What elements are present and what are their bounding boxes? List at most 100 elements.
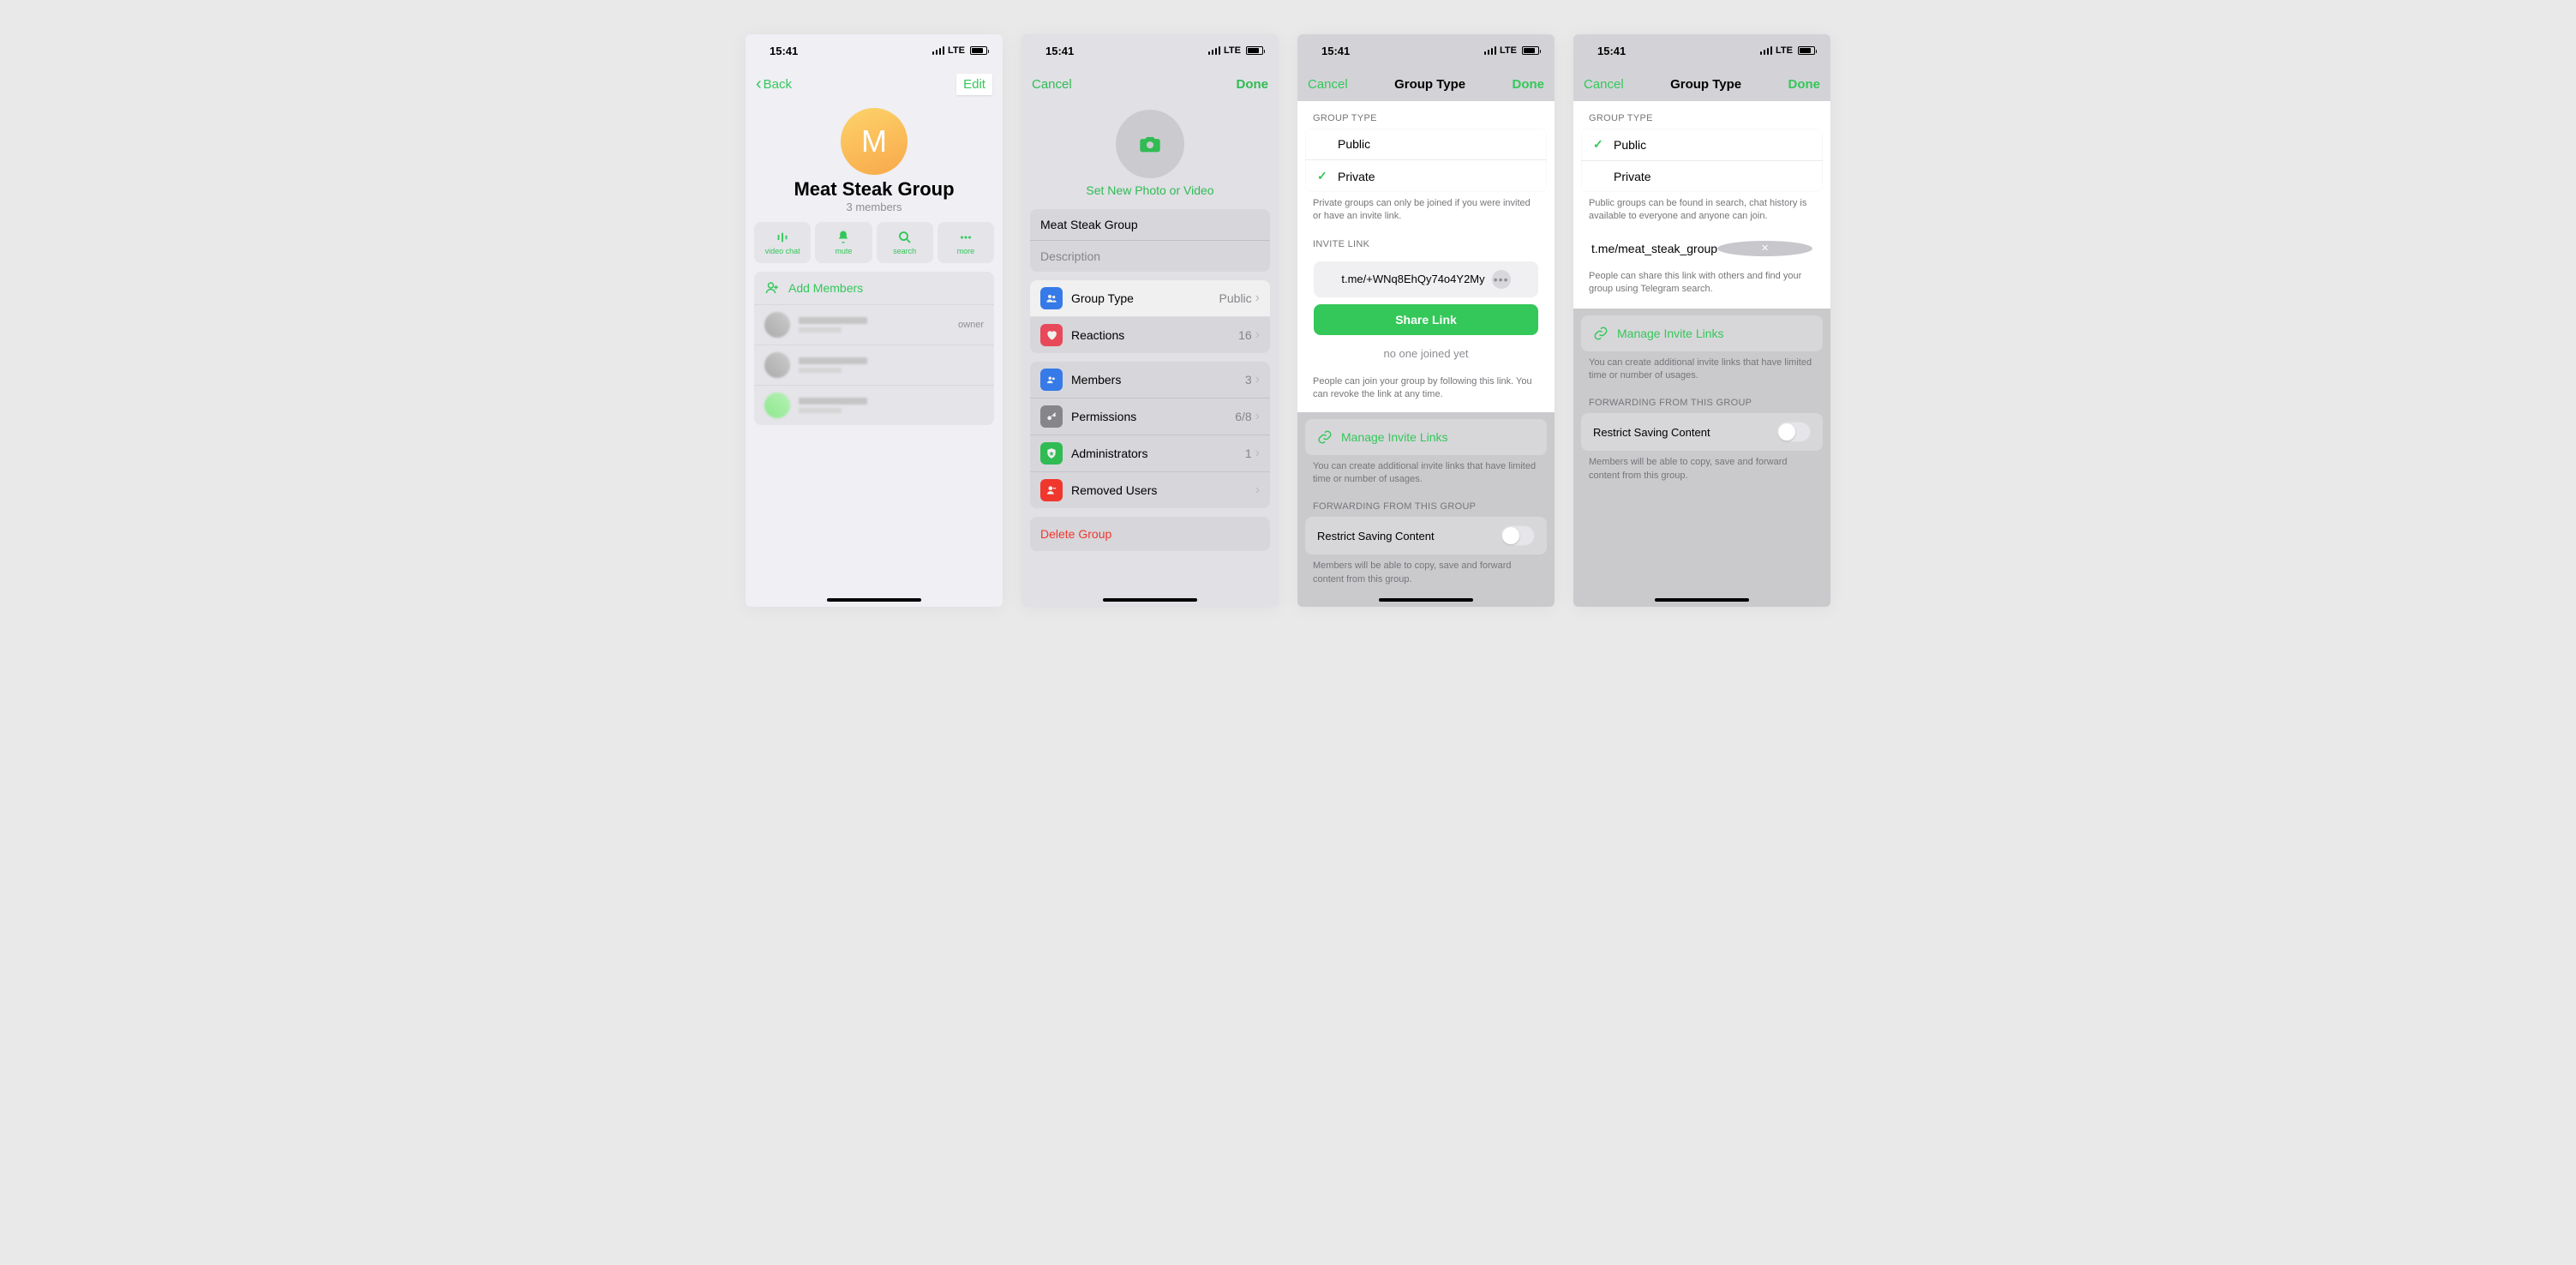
invite-link-row[interactable]: t.me/+WNq8EhQy74o4Y2My ••• (1314, 261, 1538, 297)
manage-note: You can create additional invite links t… (1297, 455, 1555, 490)
restrict-block: Restrict Saving Content (1581, 413, 1823, 451)
link-note: People can share this link with others a… (1573, 265, 1830, 300)
group-subtitle: 3 members (746, 201, 1003, 213)
members-card: Add Members owner (754, 272, 994, 425)
group-title: Meat Steak Group (746, 178, 1003, 201)
manage-note: You can create additional invite links t… (1573, 351, 1830, 387)
cancel-button[interactable]: Cancel (1584, 77, 1624, 92)
public-link-input[interactable]: t.me/meat_steak_group ✕ (1581, 232, 1823, 265)
section-label: GROUP TYPE (1573, 101, 1830, 129)
add-user-icon (764, 280, 780, 296)
done-button[interactable]: Done (1512, 77, 1544, 92)
phone-screen-group-info: 15:41 LTE ‹ Back Edit M Meat Steak Group… (746, 34, 1003, 607)
phone-screen-group-type-public: 15:41 LTE Cancel Group Type Done GROUP T… (1573, 34, 1830, 607)
signal-icon (1760, 46, 1773, 55)
edit-button[interactable]: Edit (956, 74, 992, 95)
restrict-block: Restrict Saving Content (1305, 517, 1547, 555)
search-button[interactable]: search (877, 222, 933, 263)
nav-title: Group Type (1670, 77, 1741, 92)
home-indicator[interactable] (827, 598, 921, 602)
home-indicator[interactable] (1379, 598, 1473, 602)
link-icon (1317, 429, 1333, 445)
member-row[interactable]: owner (754, 304, 994, 345)
more-button[interactable]: more (938, 222, 994, 263)
status-time: 15:41 (1321, 45, 1350, 57)
home-indicator[interactable] (1103, 598, 1197, 602)
group-avatar[interactable]: M (841, 108, 908, 175)
content: M Meat Steak Group 3 members video chat … (746, 101, 1003, 607)
restrict-note: Members will be able to copy, save and f… (1573, 451, 1830, 486)
check-icon: ✓ (1593, 137, 1614, 152)
toggle-switch[interactable] (1776, 422, 1811, 442)
share-link-button[interactable]: Share Link (1314, 304, 1538, 335)
phone-screen-group-type-private: 15:41 LTE Cancel Group Type Done GROUP T… (1297, 34, 1555, 607)
nav-bar: Cancel Group Type Done (1297, 67, 1555, 101)
chevron-left-icon: ‹ (756, 75, 762, 93)
nav-bar: Cancel Group Type Done (1573, 67, 1830, 101)
option-private[interactable]: ✓ Private (1305, 160, 1547, 192)
option-public[interactable]: Public (1305, 129, 1547, 160)
clear-icon[interactable]: ✕ (1717, 241, 1812, 256)
manage-links-button[interactable]: Manage Invite Links (1581, 315, 1823, 351)
status-right: LTE (1760, 45, 1815, 56)
section-label: FORWARDING FROM THIS GROUP (1297, 489, 1555, 517)
signal-icon (932, 46, 945, 55)
done-button[interactable]: Done (1788, 77, 1820, 92)
member-row[interactable] (754, 385, 994, 425)
manage-links-block: Manage Invite Links (1581, 315, 1823, 351)
owner-tag: owner (958, 320, 984, 330)
member-row[interactable] (754, 345, 994, 385)
dots-icon (958, 230, 973, 245)
restrict-toggle-row[interactable]: Restrict Saving Content (1305, 517, 1547, 555)
signal-icon (1484, 46, 1497, 55)
link-icon (1593, 326, 1609, 341)
link-options-button[interactable]: ••• (1492, 270, 1511, 289)
option-private[interactable]: Private (1581, 161, 1823, 192)
group-type-options: Public ✓ Private (1305, 129, 1547, 192)
status-time: 15:41 (1597, 45, 1626, 57)
manage-links-button[interactable]: Manage Invite Links (1305, 419, 1547, 455)
no-joined-label: no one joined yet (1314, 342, 1538, 362)
check-icon: ✓ (1317, 169, 1338, 183)
search-icon (897, 230, 913, 245)
avatar (764, 393, 790, 418)
option-public[interactable]: ✓ Public (1581, 129, 1823, 161)
invite-link-box: t.me/+WNq8EhQy74o4Y2My ••• Share Link no… (1305, 255, 1547, 370)
status-right: LTE (932, 45, 987, 56)
content: GROUP TYPE ✓ Public Private Public group… (1573, 101, 1830, 607)
restrict-note: Members will be able to copy, save and f… (1297, 555, 1555, 590)
toggle-switch[interactable] (1501, 525, 1535, 546)
mute-button[interactable]: mute (815, 222, 872, 263)
status-bar: 15:41 LTE (746, 34, 1003, 67)
nav-bar: ‹ Back Edit (746, 67, 1003, 101)
content: GROUP TYPE Public ✓ Private Private grou… (1297, 101, 1555, 607)
bars-icon (775, 230, 790, 245)
video-chat-button[interactable]: video chat (754, 222, 811, 263)
battery-icon (1522, 46, 1539, 55)
cancel-button[interactable]: Cancel (1308, 77, 1348, 92)
avatar (764, 312, 790, 338)
action-row: video chat mute search more (746, 222, 1003, 263)
section-label: GROUP TYPE (1297, 101, 1555, 129)
invite-note: People can join your group by following … (1297, 370, 1555, 405)
avatar (764, 352, 790, 378)
add-members-button[interactable]: Add Members (754, 272, 994, 304)
lte-label: LTE (948, 45, 965, 56)
section-label: FORWARDING FROM THIS GROUP (1573, 386, 1830, 413)
status-bar: 15:41 LTE (1573, 34, 1830, 67)
battery-icon (1798, 46, 1815, 55)
nav-title: Group Type (1394, 77, 1465, 92)
bell-icon (836, 230, 851, 245)
status-bar: 15:41 LTE (1297, 34, 1555, 67)
status-time: 15:41 (770, 45, 798, 57)
phone-screen-edit-group: 15:41 LTE Cancel Done Set New Photo or V… (1021, 34, 1279, 607)
home-indicator[interactable] (1655, 598, 1749, 602)
group-type-options: ✓ Public Private (1581, 129, 1823, 192)
battery-icon (970, 46, 987, 55)
back-button[interactable]: ‹ Back (756, 75, 792, 93)
status-right: LTE (1484, 45, 1539, 56)
type-note: Public groups can be found in search, ch… (1573, 192, 1830, 227)
manage-links-block: Manage Invite Links (1305, 419, 1547, 455)
restrict-toggle-row[interactable]: Restrict Saving Content (1581, 413, 1823, 451)
type-note: Private groups can only be joined if you… (1297, 192, 1555, 227)
